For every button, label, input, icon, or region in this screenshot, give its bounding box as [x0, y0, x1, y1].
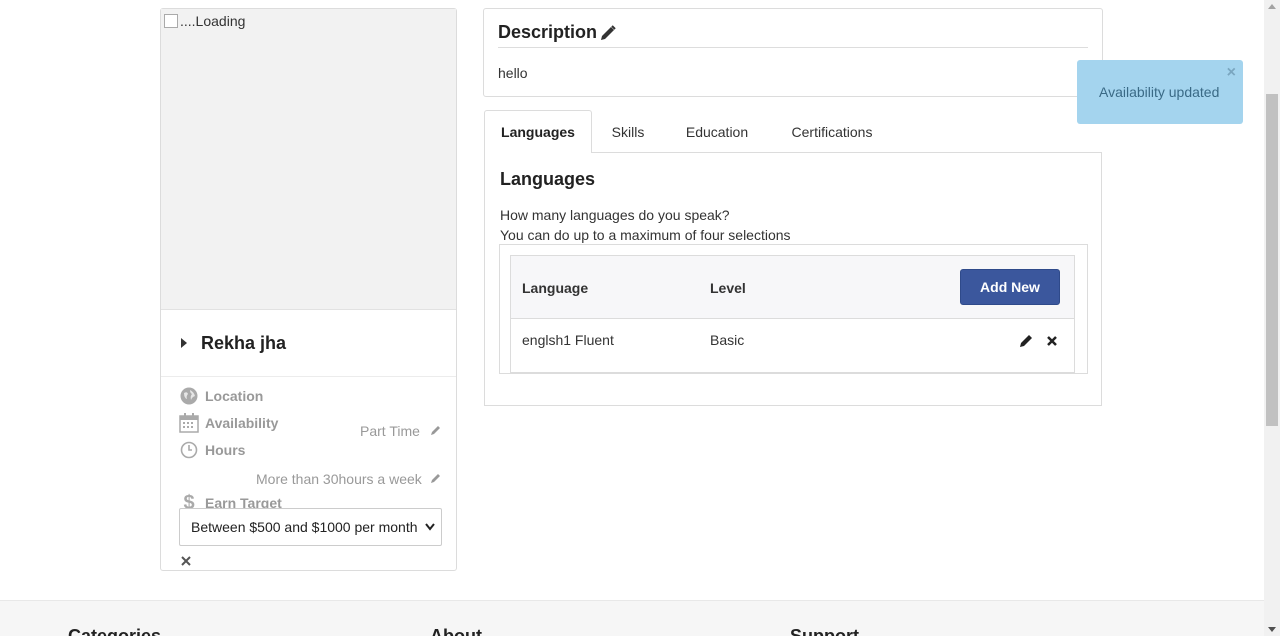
- availability-value: Part Time: [360, 423, 420, 439]
- languages-table-container: Language Level Add New englsh1 Fluent Ba…: [499, 244, 1088, 374]
- column-header-level: Level: [710, 280, 746, 296]
- languages-table: Language Level Add New englsh1 Fluent Ba…: [510, 255, 1075, 373]
- broken-image-icon: [164, 14, 178, 28]
- row-level: Basic: [710, 332, 745, 348]
- toast-message: Availability updated: [1099, 84, 1220, 100]
- edit-row-icon[interactable]: [1020, 334, 1034, 348]
- page-scrollbar[interactable]: [1264, 0, 1280, 636]
- edit-hours-icon[interactable]: [431, 470, 443, 483]
- profile-name-toggle[interactable]: Rekha jha: [161, 310, 456, 377]
- globe-icon: [179, 386, 199, 406]
- close-earn-target-icon[interactable]: [181, 553, 193, 566]
- scroll-thumb[interactable]: [1266, 94, 1278, 426]
- add-new-button[interactable]: Add New: [960, 269, 1060, 305]
- scroll-up-arrow-icon[interactable]: [1268, 4, 1276, 9]
- footer-heading-support: Support: [790, 626, 859, 636]
- toast-notification: Availability updated ×: [1077, 60, 1243, 124]
- footer-heading-about: About: [430, 626, 482, 636]
- location-row: Location: [179, 386, 263, 406]
- profile-photo: ....Loading: [161, 9, 456, 310]
- hours-value: More than 30hours a week: [256, 471, 422, 487]
- broken-image: ....Loading: [164, 13, 245, 29]
- footer: Categories About Support: [0, 600, 1264, 636]
- edit-description-icon[interactable]: [600, 24, 616, 41]
- delete-row-icon[interactable]: [1046, 334, 1060, 348]
- tab-certifications[interactable]: Certifications: [784, 110, 880, 153]
- divider: [498, 47, 1088, 48]
- earn-target-select[interactable]: Between $500 and $1000 per month: [179, 508, 442, 546]
- availability-row: Availability: [179, 413, 278, 433]
- location-label: Location: [205, 388, 264, 404]
- languages-question: How many languages do you speak?: [500, 207, 730, 223]
- clock-icon: [179, 440, 199, 460]
- hours-label: Hours: [205, 442, 246, 458]
- tab-education[interactable]: Education: [680, 110, 754, 153]
- edit-availability-icon[interactable]: [431, 422, 443, 435]
- profile-name: Rekha jha: [201, 332, 287, 353]
- tab-languages[interactable]: Languages: [484, 110, 592, 153]
- languages-panel: Languages How many languages do you spea…: [484, 152, 1102, 406]
- description-title: Description: [498, 22, 598, 42]
- tab-skills[interactable]: Skills: [602, 110, 654, 153]
- description-title-row: Description: [498, 22, 616, 43]
- profile-card: ....Loading Rekha jha Location Availabil…: [160, 8, 457, 571]
- table-header: Language Level Add New: [511, 256, 1074, 319]
- footer-heading-categories: Categories: [68, 626, 162, 636]
- availability-label: Availability: [205, 415, 279, 431]
- description-card: Description hello: [483, 8, 1103, 97]
- chevron-down-icon: [425, 523, 435, 531]
- table-row: englsh1 Fluent Basic: [511, 319, 1074, 363]
- scroll-down-arrow-icon[interactable]: [1268, 627, 1276, 632]
- column-header-language: Language: [522, 280, 589, 296]
- caret-right-icon: [181, 338, 187, 348]
- toast-close-button[interactable]: ×: [1227, 64, 1236, 82]
- calendar-icon: [179, 413, 199, 433]
- description-text: hello: [498, 65, 528, 81]
- profile-tabs: Languages Skills Education Certification…: [484, 110, 1102, 153]
- photo-alt-text: ....Loading: [180, 13, 246, 29]
- earn-target-value: Between $500 and $1000 per month: [191, 519, 418, 535]
- languages-hint: You can do up to a maximum of four selec…: [500, 227, 791, 243]
- row-language: englsh1 Fluent: [522, 332, 614, 348]
- languages-title: Languages: [500, 169, 596, 189]
- hours-row: Hours: [179, 440, 245, 460]
